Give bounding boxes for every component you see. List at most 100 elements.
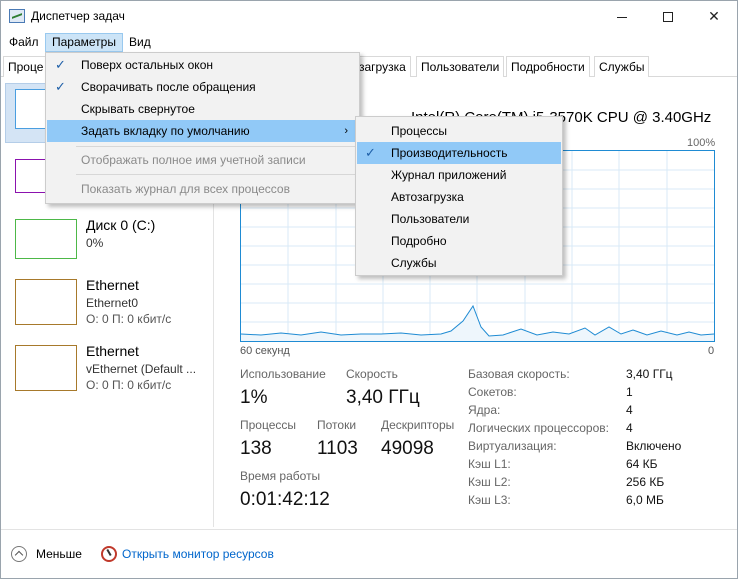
- check-icon: ✓: [365, 145, 376, 160]
- check-icon: ✓: [55, 79, 66, 94]
- resource-monitor-icon[interactable]: [101, 546, 117, 562]
- menu-item-label: Автозагрузка: [391, 190, 464, 204]
- ethernet0-rate: О: 0 П: 0 кбит/с: [86, 312, 172, 326]
- menu-item-label: Скрывать свернутое: [81, 102, 195, 116]
- cache-l1-value: 64 КБ: [626, 457, 658, 471]
- disk-title[interactable]: Диск 0 (C:): [86, 217, 155, 233]
- disk-thumbnail[interactable]: [15, 219, 77, 259]
- base-speed-value: 3,40 ГГц: [626, 367, 673, 381]
- fewer-details-button[interactable]: Меньше: [36, 547, 82, 561]
- logical-processors-value: 4: [626, 421, 633, 435]
- cache-l3-value: 6,0 МБ: [626, 493, 664, 507]
- ethernet0-name: Ethernet0: [86, 296, 139, 310]
- menu-item-label: Поверх остальных окон: [81, 58, 213, 72]
- sockets-label: Сокетов:: [468, 385, 517, 399]
- vethernet-title[interactable]: Ethernet: [86, 343, 139, 359]
- submenu-item-users[interactable]: Пользователи: [357, 208, 561, 230]
- window-title: Диспетчер задач: [31, 9, 125, 23]
- graph-max-label: 100%: [687, 137, 716, 149]
- title-bar[interactable]: Диспетчер задач ✕: [1, 1, 737, 32]
- submenu-item-app-history[interactable]: Журнал приложений: [357, 164, 561, 186]
- close-icon: ✕: [708, 8, 720, 24]
- minimize-icon: [617, 16, 627, 18]
- minimize-button[interactable]: [599, 1, 645, 32]
- tab-services[interactable]: Службы: [594, 56, 650, 77]
- disk-value: 0%: [86, 236, 104, 250]
- tab-startup[interactable]: загрузка: [355, 56, 411, 77]
- submenu-item-details[interactable]: Подробно: [357, 230, 561, 252]
- logical-processors-label: Логических процессоров:: [468, 421, 609, 435]
- graph-zero-label: 0: [708, 345, 715, 357]
- usage-value: 1%: [240, 387, 268, 408]
- speed-label: Скорость: [346, 367, 398, 381]
- maximize-button[interactable]: [645, 1, 691, 32]
- processes-label: Процессы: [240, 418, 297, 432]
- menu-item-label: Задать вкладку по умолчанию: [81, 124, 250, 138]
- default-tab-submenu: Процессы ✓ Производительность Журнал при…: [355, 116, 563, 276]
- menu-item-label: Службы: [391, 256, 437, 270]
- handles-label: Дескрипторы: [381, 418, 455, 432]
- tab-users[interactable]: Пользователи: [416, 56, 505, 77]
- menu-item-label: Подробно: [391, 234, 447, 248]
- menu-item-label: Производительность: [391, 146, 508, 160]
- menu-item-hide-when-minimized[interactable]: Скрывать свернутое: [47, 98, 358, 120]
- cache-l2-value: 256 КБ: [626, 475, 665, 489]
- menu-item-label: Пользователи: [391, 212, 470, 226]
- usage-label: Использование: [240, 367, 326, 381]
- chevron-right-icon: ›: [344, 125, 348, 137]
- menu-item-set-default-tab[interactable]: Задать вкладку по умолчанию ›: [47, 120, 358, 142]
- check-icon: ✓: [55, 57, 66, 72]
- virtualization-label: Виртуализация:: [468, 439, 557, 453]
- submenu-item-performance[interactable]: ✓ Производительность: [357, 142, 561, 164]
- task-manager-window: Диспетчер задач ✕ Файл Параметры Вид Про…: [0, 0, 738, 579]
- processes-value: 138: [240, 438, 272, 459]
- menu-params[interactable]: Параметры: [45, 33, 123, 52]
- sockets-value: 1: [626, 385, 633, 399]
- menu-bar: Файл Параметры Вид: [1, 32, 737, 52]
- menu-item-label: Процессы: [391, 124, 448, 138]
- open-resource-monitor-link[interactable]: Открыть монитор ресурсов: [122, 547, 274, 561]
- menu-file[interactable]: Файл: [3, 33, 45, 52]
- submenu-item-startup[interactable]: Автозагрузка: [357, 186, 561, 208]
- tab-processes[interactable]: Проце: [3, 56, 49, 77]
- menu-item-always-on-top[interactable]: ✓ Поверх остальных окон: [47, 54, 358, 76]
- ethernet0-title[interactable]: Ethernet: [86, 277, 139, 293]
- close-button[interactable]: ✕: [691, 1, 737, 32]
- menu-item-minimize-on-use[interactable]: ✓ Сворачивать после обращения: [47, 76, 358, 98]
- maximize-icon: [663, 12, 673, 23]
- menu-separator: [76, 146, 357, 147]
- speed-value: 3,40 ГГц: [346, 387, 420, 408]
- submenu-item-services[interactable]: Службы: [357, 252, 561, 274]
- ethernet0-thumbnail[interactable]: [15, 279, 77, 325]
- cache-l2-label: Кэш L2:: [468, 475, 511, 489]
- menu-item-label: Показать журнал для всех процессов: [81, 182, 290, 196]
- vethernet-rate: О: 0 П: 0 кбит/с: [86, 378, 172, 392]
- chevron-up-icon[interactable]: [11, 546, 27, 562]
- menu-view[interactable]: Вид: [123, 33, 157, 52]
- submenu-item-processes[interactable]: Процессы: [357, 120, 561, 142]
- menu-item-show-full-account-name[interactable]: Отображать полное имя учетной записи: [47, 149, 358, 171]
- task-manager-icon: [9, 9, 25, 23]
- threads-value: 1103: [317, 438, 358, 459]
- menu-item-label: Журнал приложений: [391, 168, 507, 182]
- vethernet-thumbnail[interactable]: [15, 345, 77, 391]
- footer-divider: [1, 529, 737, 530]
- menu-item-label: Сворачивать после обращения: [81, 80, 256, 94]
- threads-label: Потоки: [317, 418, 357, 432]
- cores-label: Ядра:: [468, 403, 501, 417]
- cache-l3-label: Кэш L3:: [468, 493, 511, 507]
- vethernet-name: vEthernet (Default ...: [86, 362, 197, 376]
- footer: Меньше Открыть монитор ресурсов: [1, 540, 737, 568]
- menu-item-show-history-all-processes[interactable]: Показать журнал для всех процессов: [47, 178, 358, 200]
- base-speed-label: Базовая скорость:: [468, 367, 570, 381]
- uptime-value: 0:01:42:12: [240, 489, 330, 510]
- menu-item-label: Отображать полное имя учетной записи: [81, 153, 306, 167]
- graph-time-label: 60 секунд: [240, 345, 290, 357]
- virtualization-value: Включено: [626, 439, 682, 453]
- cache-l1-label: Кэш L1:: [468, 457, 511, 471]
- cores-value: 4: [626, 403, 633, 417]
- handles-value: 49098: [381, 438, 434, 459]
- tab-details[interactable]: Подробности: [506, 56, 590, 77]
- params-menu: ✓ Поверх остальных окон ✓ Сворачивать по…: [45, 52, 360, 204]
- uptime-label: Время работы: [240, 469, 321, 483]
